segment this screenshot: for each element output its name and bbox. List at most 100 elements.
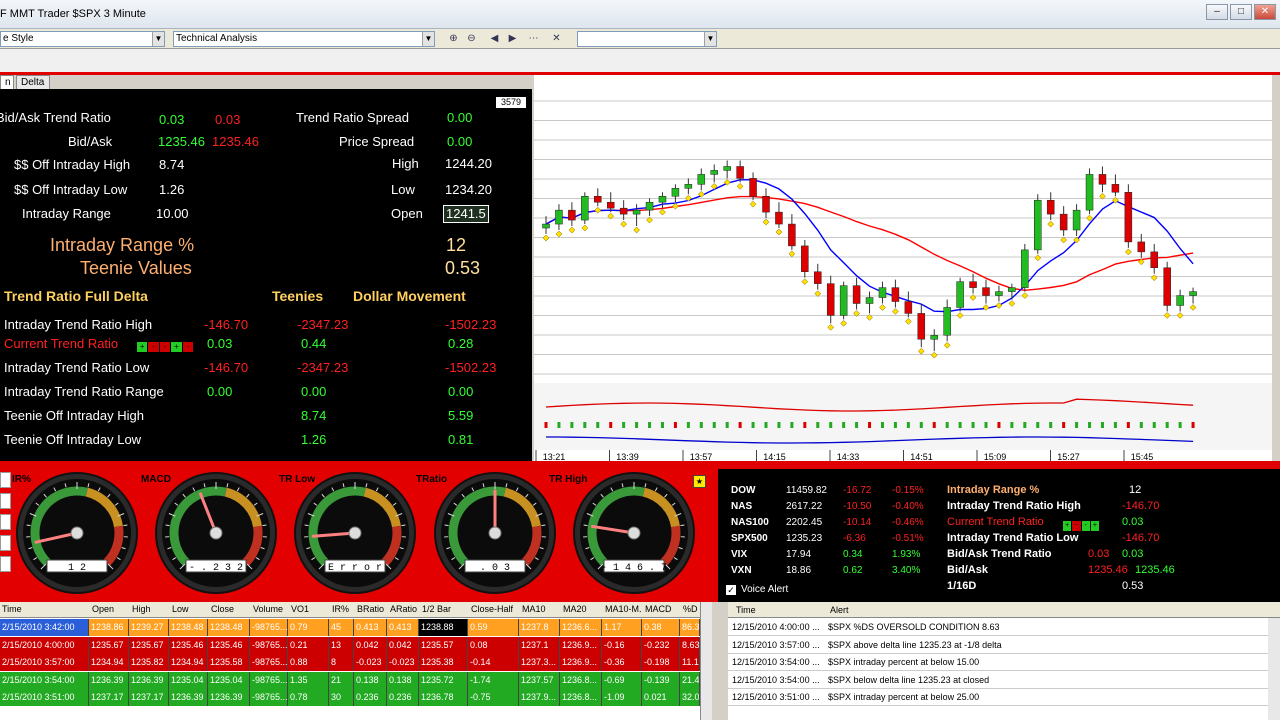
grid-header-cell[interactable]: Close [211,604,234,614]
gauge-readout: - 1 4 6 . 7 [601,563,667,574]
candle-down [762,196,770,213]
alert-time: 12/15/2010 3:51:00 ... [732,692,820,702]
alert-row[interactable]: 12/15/2010 4:00:00 ... $SPX %DS OVERSOLD … [728,619,1280,636]
histogram-bar [984,422,988,428]
chart-type-icon[interactable]: ⋯ [526,32,541,46]
table-cell: -0.198 [642,654,680,671]
grid-header-cell[interactable]: MA10 [522,604,546,614]
checkbox-icon[interactable]: ✓ [726,584,736,595]
grid-header-cell[interactable]: MA20 [563,604,587,614]
close-window-icon[interactable]: ✕ [1254,4,1276,20]
star-icon[interactable]: ★ [693,475,706,488]
histogram-bar [816,422,820,428]
table-cell: -98765... [250,689,288,706]
side-button[interactable] [0,535,11,551]
range-value: 10.00 [156,206,189,221]
chart-scrollbar[interactable] [1272,75,1280,463]
table-cell: 1238.48 [208,619,250,636]
side-button[interactable] [0,514,11,530]
table-row[interactable]: 2/15/2010 3:51:00 1237.17 1237.17 1236.39 12… [0,689,712,706]
grid-header-cell[interactable]: MA10-M. [605,604,642,614]
candle-down [917,313,926,340]
grid-header-cell[interactable]: 1/2 Bar [422,604,451,614]
maximize-icon[interactable]: □ [1230,4,1252,20]
side-button[interactable] [0,472,11,488]
grid-header-cell[interactable]: Open [92,604,114,614]
table-cell: 1236.8... [560,671,602,689]
title-bar: F MMT Trader $SPX 3 Minute – □ ✕ [0,0,1280,29]
price-chart[interactable]: 13:21 13:39 13:57 14:15 14:33 14:51 15:09 15:27… [534,75,1280,463]
grid-header-cell[interactable]: ARatio [390,604,417,614]
side-button[interactable] [0,493,11,509]
alert-row[interactable]: 12/15/2010 3:51:00 ... $SPX intraday perc… [728,689,1280,706]
histogram-bar [648,422,652,428]
histogram-bar [1023,422,1027,428]
grid-header-cell[interactable]: MACD [645,604,672,614]
grid-header-cell[interactable]: Time [2,604,22,614]
grid-header-cell[interactable]: %D [683,604,698,614]
grid-header-cell[interactable]: BRatio [357,604,384,614]
histogram-bar [1088,422,1092,428]
gauge-tick [304,524,309,527]
close-icon[interactable]: ✕ [549,32,564,46]
off-low-label: $$ Off Intraday Low [14,182,128,197]
table-cell: 45 [329,619,354,636]
grid-header-cell[interactable]: Close-Half [471,604,513,614]
histogram-bar [777,422,781,428]
market-symbol: VIX [731,549,748,560]
zoom-in-icon[interactable]: ⊕ [446,32,461,46]
alert-row[interactable]: 12/15/2010 3:57:00 ... $SPX above delta l… [728,637,1280,654]
candle-up [1085,174,1094,211]
table-cell: -98765... [250,636,288,654]
alerts-header-alert: Alert [830,605,849,615]
style-dropdown[interactable]: e Style ▼ [0,31,165,47]
table-cell: 1237.17 [129,689,169,706]
histogram-bar [1049,422,1053,428]
candle-down [568,209,576,221]
alerts-grid: Time Alert 12/15/2010 4:00:00 ... $SPX %D… [728,602,1280,720]
table-cell: -0.139 [642,671,680,689]
market-symbol: VXN [731,565,752,576]
arrow-right-icon[interactable]: ▶ [505,32,520,46]
grid-scrollbar[interactable] [700,602,712,720]
histogram-bar [971,422,975,428]
gauge-side-buttons [0,472,12,577]
table-row[interactable]: 2/15/2010 3:54:00 1236.39 1236.39 1235.04 12… [0,671,712,689]
grid-header-cell[interactable]: Volume [253,604,283,614]
technical-analysis-dropdown[interactable]: Technical Analysis ▼ [173,31,435,47]
candle-up [943,307,951,336]
table-row[interactable]: 2/15/2010 3:57:00 1234.94 1235.82 1234.94 12… [0,654,712,671]
histogram-bar [622,422,626,428]
grid-header-cell[interactable]: Low [172,604,189,614]
candle-up [865,297,874,304]
table-row[interactable]: 2/15/2010 3:42:00 1238.86 1239.27 1238.48 12… [0,619,712,636]
open-value-field[interactable]: 1241.5 [443,205,489,223]
toolbar-extra-dropdown[interactable]: ▼ [577,31,717,47]
arrow-left-icon[interactable]: ◀ [487,32,502,46]
side-button[interactable] [0,556,11,572]
trend-row-label: Teenie Off Intraday High [4,408,144,423]
grid-header-cell[interactable]: High [132,604,151,614]
chevron-down-icon: ▼ [704,32,716,46]
table-cell: 0.138 [354,671,387,689]
voice-alert-toggle[interactable]: ✓ Voice Alert [726,584,788,595]
histogram-bar [855,422,859,428]
minimize-icon[interactable]: – [1206,4,1228,20]
tab-main[interactable]: n [0,75,14,89]
histogram-bar [945,422,949,428]
grid-header-cell[interactable]: VO1 [291,604,309,614]
price-spread-value: 0.00 [447,134,473,149]
trend-row-value-dollars: 0.81 [448,432,474,447]
summary-label: Bid/Ask [947,564,988,576]
table-row[interactable]: 2/15/2010 4:00:00 1235.67 1235.67 1235.46 12… [0,636,712,654]
table-cell: 1236.6... [560,619,602,636]
alert-row[interactable]: 12/15/2010 3:54:00 ... $SPX intraday perc… [728,654,1280,671]
low-label: Low [391,182,415,197]
zoom-out-icon[interactable]: ⊖ [464,32,479,46]
gauge-readout: - . 2 3 2 [189,563,243,574]
grid-header-cell[interactable]: IR% [332,604,349,614]
alerts-scrollbar[interactable] [1268,618,1280,720]
alert-row[interactable]: 12/15/2010 3:54:00 ... $SPX below delta l… [728,672,1280,689]
table-cell: 0.042 [387,636,419,654]
tab-delta[interactable]: Delta [16,75,50,89]
